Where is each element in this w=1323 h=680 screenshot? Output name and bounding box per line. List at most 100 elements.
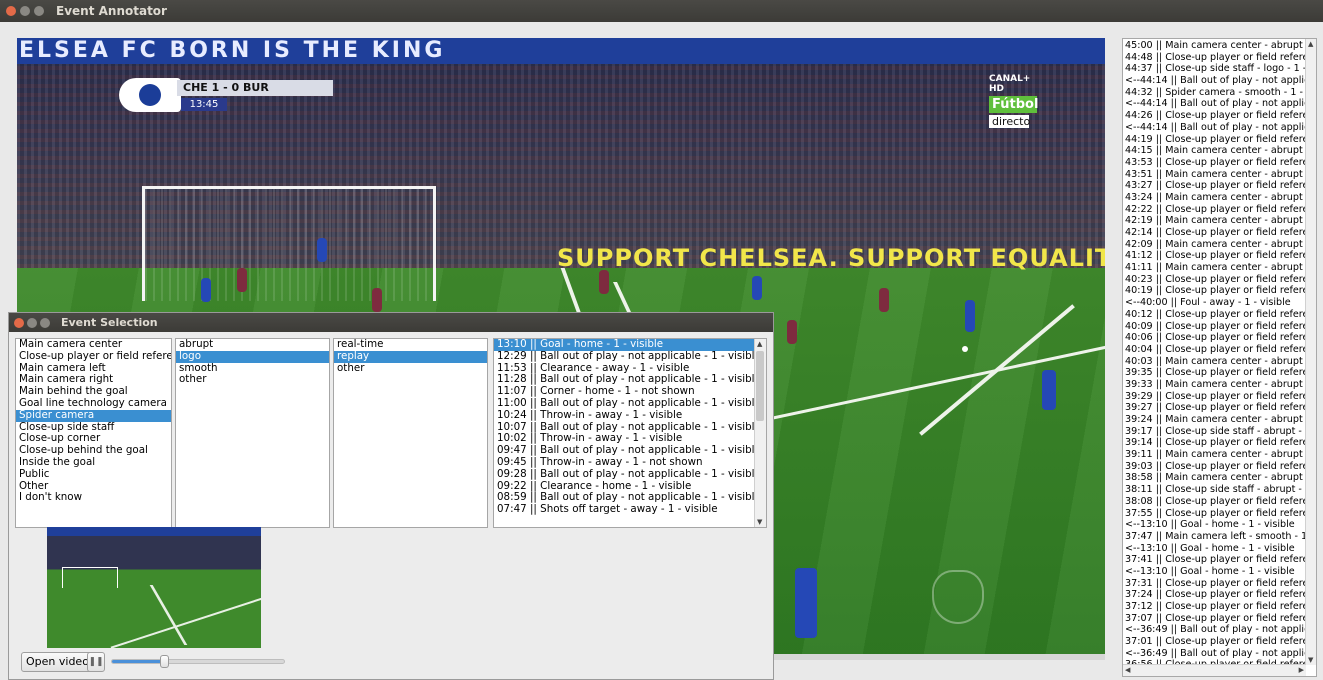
event-row[interactable]: 40:03 || Main camera center - abrupt - 1 — [1125, 356, 1305, 368]
event-row[interactable]: <--36:49 || Ball out of play - not appli… — [1125, 648, 1305, 660]
event-row[interactable]: 44:19 || Close-up player or field refere… — [1125, 134, 1305, 146]
event-list-vertical-scrollbar[interactable]: ▲ ▼ — [1305, 39, 1316, 665]
camera-type-item[interactable]: Close-up player or field referee — [16, 350, 171, 363]
event-row[interactable]: 43:53 || Close-up player or field refere… — [1125, 157, 1305, 169]
annotated-events-list[interactable]: 45:00 || Main camera center - abrupt - 1… — [1122, 38, 1317, 677]
event-row[interactable]: 37:12 || Close-up player or field refere… — [1125, 601, 1305, 613]
event-row[interactable]: 37:07 || Close-up player or field refere… — [1125, 613, 1305, 625]
camera-type-item[interactable]: Goal line technology camera — [16, 397, 171, 410]
action-events-list[interactable]: 13:10 || Goal - home - 1 - visible 12:29 … — [493, 338, 767, 528]
event-row[interactable]: 38:11 || Close-up side staff - abrupt - … — [1125, 484, 1305, 496]
scrollbar-thumb[interactable] — [756, 351, 764, 421]
advert-board: SUPPORT CHELSEA. SUPPORT EQUALITY — [557, 244, 1105, 272]
event-row[interactable]: 44:32 || Spider camera - smooth - 1 - re… — [1125, 87, 1305, 99]
pause-button[interactable]: ❚❚ — [87, 652, 105, 672]
camera-type-item[interactable]: Spider camera — [16, 409, 171, 422]
camera-type-item[interactable]: I don't know — [16, 492, 171, 504]
camera-type-item[interactable]: Public — [16, 468, 171, 481]
scroll-down-icon[interactable]: ▼ — [757, 518, 762, 526]
event-row[interactable]: 42:14 || Close-up player or field refere… — [1125, 227, 1305, 239]
event-row[interactable]: 38:58 || Main camera center - abrupt - 1 — [1125, 472, 1305, 484]
event-row[interactable]: 37:41 || Close-up player or field refere… — [1125, 554, 1305, 566]
event-row[interactable]: <--44:14 || Ball out of play - not appli… — [1125, 122, 1305, 134]
event-row[interactable]: 40:06 || Close-up player or field refere… — [1125, 332, 1305, 344]
transition-item[interactable]: logo — [176, 350, 329, 363]
event-row[interactable]: 42:19 || Main camera center - abrupt - 1 — [1125, 215, 1305, 227]
open-video-button[interactable]: Open video — [21, 652, 94, 672]
action-event-item[interactable]: 11:00 || Ball out of play - not applicab… — [494, 397, 761, 410]
event-row[interactable]: 39:11 || Main camera center - abrupt - 1 — [1125, 449, 1305, 461]
event-row[interactable]: 41:11 || Main camera center - abrupt - 1 — [1125, 262, 1305, 274]
event-row[interactable]: 37:24 || Close-up player or field refere… — [1125, 589, 1305, 601]
event-row[interactable]: 41:12 || Close-up player or field refere… — [1125, 250, 1305, 262]
event-row[interactable]: 39:24 || Main camera center - abrupt - 1 — [1125, 414, 1305, 426]
maximize-window-button[interactable] — [34, 6, 44, 16]
event-row[interactable]: <--40:00 || Foul - away - 1 - visible — [1125, 297, 1305, 309]
player — [879, 288, 889, 312]
camera-type-list[interactable]: Main camera center Close-up player or fie… — [15, 338, 172, 528]
dialog-title: Event Selection — [61, 316, 158, 329]
event-row[interactable]: <--13:10 || Goal - home - 1 - visible — [1125, 519, 1305, 531]
event-row[interactable]: <--44:14 || Ball out of play - not appli… — [1125, 75, 1305, 87]
volume-slider[interactable] — [111, 655, 285, 668]
event-row[interactable]: 42:09 || Main camera center - abrupt - 1 — [1125, 239, 1305, 251]
timing-type-list[interactable]: real-time replay other — [333, 338, 488, 528]
event-row[interactable]: <--13:10 || Goal - home - 1 - visible — [1125, 566, 1305, 578]
event-row[interactable]: <--13:10 || Goal - home - 1 - visible — [1125, 543, 1305, 555]
dialog-close-button[interactable] — [14, 318, 24, 328]
camera-type-item[interactable]: Inside the goal — [16, 456, 171, 469]
transition-item[interactable]: other — [176, 374, 329, 386]
dialog-minimize-button[interactable] — [27, 318, 37, 328]
event-row[interactable]: 37:47 || Main camera left - smooth - 1 - — [1125, 531, 1305, 543]
event-row[interactable]: 40:19 || Close-up player or field refere… — [1125, 285, 1305, 297]
action-event-item[interactable]: 10:24 || Throw-in - away - 1 - visible — [494, 409, 754, 422]
close-window-button[interactable] — [6, 6, 16, 16]
event-row[interactable]: 44:26 || Close-up player or field refere… — [1125, 110, 1305, 122]
event-row[interactable]: 39:03 || Close-up player or field refere… — [1125, 461, 1305, 473]
scroll-right-icon[interactable]: ▶ — [1299, 666, 1304, 674]
event-row[interactable]: 43:24 || Main camera center - abrupt - 1 — [1125, 192, 1305, 204]
player — [201, 278, 211, 302]
event-row[interactable]: 37:31 || Close-up player or field refere… — [1125, 578, 1305, 590]
slider-handle[interactable] — [159, 655, 169, 668]
action-event-item[interactable]: 09:28 || Ball out of play - not applicab… — [494, 468, 761, 481]
event-row[interactable]: <--44:14 || Ball out of play - not appli… — [1125, 98, 1305, 110]
event-row[interactable]: 39:33 || Main camera center - abrupt - 1 — [1125, 379, 1305, 391]
event-row[interactable]: 40:09 || Close-up player or field refere… — [1125, 321, 1305, 333]
player — [752, 276, 762, 300]
event-list-horizontal-scrollbar[interactable]: ◀ ▶ — [1123, 664, 1306, 676]
event-row[interactable]: <--36:49 || Ball out of play - not appli… — [1125, 624, 1305, 636]
action-list-scrollbar[interactable]: ▲ ▼ — [754, 339, 766, 527]
timing-item[interactable]: replay — [334, 350, 487, 363]
event-row[interactable]: 39:17 || Close-up side staff - abrupt - … — [1125, 426, 1305, 438]
event-row[interactable]: 39:29 || Close-up player or field refere… — [1125, 391, 1305, 403]
event-row[interactable]: 44:48 || Close-up player or field refere… — [1125, 52, 1305, 64]
event-row[interactable]: 40:04 || Close-up player or field refere… — [1125, 344, 1305, 356]
dialog-title-bar: Event Selection — [9, 313, 773, 332]
event-row[interactable]: 43:51 || Main camera center - abrupt - 1 — [1125, 169, 1305, 181]
event-row[interactable]: 39:14 || Close-up player or field refere… — [1125, 437, 1305, 449]
event-row[interactable]: 43:27 || Close-up player or field refere… — [1125, 180, 1305, 192]
transition-type-list[interactable]: abrupt logo smooth other — [175, 338, 330, 528]
action-event-item[interactable]: 07:47 || Shots off target - away - 1 - v… — [494, 503, 754, 516]
scroll-down-icon[interactable]: ▼ — [1308, 656, 1313, 664]
event-row[interactable]: 37:55 || Close-up player or field refere… — [1125, 508, 1305, 520]
event-row[interactable]: 39:27 || Close-up player or field refere… — [1125, 402, 1305, 414]
scroll-left-icon[interactable]: ◀ — [1125, 666, 1130, 674]
event-row[interactable]: 39:35 || Close-up player or field refere… — [1125, 367, 1305, 379]
action-event-item[interactable]: 09:45 || Throw-in - away - 1 - not shown — [494, 456, 754, 469]
timing-item[interactable]: other — [334, 362, 487, 375]
event-row[interactable]: 45:00 || Main camera center - abrupt - 1… — [1125, 40, 1305, 52]
event-row[interactable]: 38:08 || Close-up player or field refere… — [1125, 496, 1305, 508]
scroll-up-icon[interactable]: ▲ — [1308, 40, 1313, 48]
scroll-up-icon[interactable]: ▲ — [757, 340, 762, 348]
event-row[interactable]: 44:15 || Main camera center - abrupt - 1 — [1125, 145, 1305, 157]
event-row[interactable]: 40:23 || Close-up player or field refere… — [1125, 274, 1305, 286]
event-row[interactable]: 44:37 || Close-up side staff - logo - 1 … — [1125, 63, 1305, 75]
event-row[interactable]: 40:12 || Close-up player or field refere… — [1125, 309, 1305, 321]
event-row[interactable]: 42:22 || Close-up player or field refere… — [1125, 204, 1305, 216]
minimize-window-button[interactable] — [20, 6, 30, 16]
event-row[interactable]: 37:01 || Close-up player or field refere… — [1125, 636, 1305, 648]
dialog-maximize-button[interactable] — [40, 318, 50, 328]
action-event-item[interactable]: 12:29 || Ball out of play - not applicab… — [494, 350, 761, 363]
